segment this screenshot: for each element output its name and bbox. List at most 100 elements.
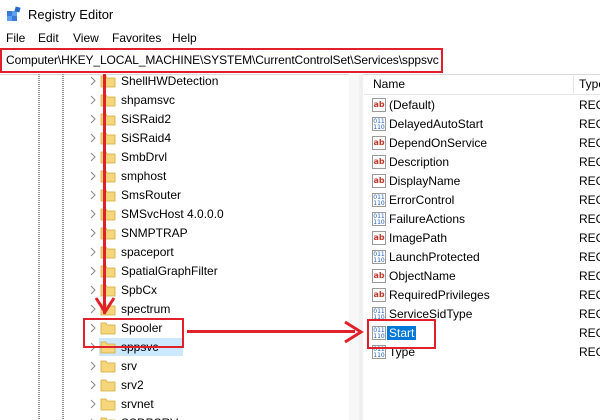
tree-item-label: shpamsvc (121, 93, 176, 107)
chevron-right-icon[interactable] (88, 95, 98, 105)
tree-item-label: SmsRouter (121, 188, 182, 202)
folder-icon (100, 417, 116, 420)
registry-value-row[interactable]: abObjectName REG (364, 267, 600, 286)
annotation-arrowhead-down (94, 297, 116, 315)
registry-value-type: REG (579, 231, 600, 245)
menu-favorites[interactable]: Favorites (112, 31, 161, 45)
tree-item-label: SpatialGraphFilter (121, 264, 218, 278)
values-header: Name Type (364, 74, 600, 95)
registry-value-type: REG (579, 326, 600, 340)
tree-item-label: SSDPSRV (121, 416, 178, 420)
tree-item-label: ShellHWDetection (121, 74, 219, 88)
menu-view[interactable]: View (73, 31, 99, 45)
chevron-right-icon[interactable] (88, 152, 98, 162)
registry-value-name: DisplayName (389, 174, 461, 188)
folder-icon (100, 360, 116, 373)
registry-editor-icon (7, 6, 21, 21)
tree-item[interactable]: smphost (0, 167, 358, 185)
chevron-right-icon[interactable] (88, 380, 98, 390)
string-value-icon: ab (372, 269, 386, 283)
registry-value-type: REG (579, 155, 600, 169)
chevron-right-icon[interactable] (88, 266, 98, 276)
tree-item-label: spectrum (121, 302, 171, 316)
menu-edit[interactable]: Edit (38, 31, 59, 45)
column-header-type[interactable]: Type (579, 77, 600, 91)
annotation-arrow-down (103, 74, 106, 314)
sppsvc-annotation-box (83, 318, 184, 348)
tree-item[interactable]: SpatialGraphFilter (0, 262, 358, 280)
registry-value-name: ImagePath (389, 231, 448, 245)
chevron-right-icon[interactable] (88, 247, 98, 257)
menu-file[interactable]: File (6, 31, 25, 45)
tree-item[interactable]: SmbDrvl (0, 148, 358, 166)
registry-value-name: ObjectName (389, 269, 456, 283)
registry-value-row[interactable]: 011110DelayedAutoStart REG (364, 115, 600, 134)
registry-value-type: REG (579, 193, 600, 207)
registry-value-row[interactable]: abDisplayName REG (364, 172, 600, 191)
tree-item[interactable]: ShellHWDetection (0, 74, 358, 90)
tree-scrollbar[interactable] (349, 74, 359, 420)
tree-item[interactable]: SpbCx (0, 281, 358, 299)
registry-value-row[interactable]: 011110FailureActions REG (364, 210, 600, 229)
tree-item-label: spaceport (121, 245, 174, 259)
chevron-right-icon[interactable] (88, 228, 98, 238)
tree-item[interactable]: srv2 (0, 376, 358, 394)
tree-item-label: srv (121, 359, 137, 373)
registry-value-type: REG (579, 136, 600, 150)
binary-value-icon: 011 110 (372, 193, 386, 207)
tree-item-label: srv2 (121, 378, 144, 392)
string-value-icon: ab (372, 98, 386, 112)
tree-item[interactable]: SNMPTRAP (0, 224, 358, 242)
tree-item-label: SmbDrvl (121, 150, 168, 164)
tree-item[interactable]: spaceport (0, 243, 358, 261)
chevron-right-icon[interactable] (88, 76, 98, 86)
values-pane[interactable]: Name Type ab(Default)REG011110DelayedAut… (364, 74, 600, 420)
registry-value-name: LaunchProtected (389, 250, 480, 264)
registry-key-tree[interactable]: ShellHWDetection shpamsvc SiSRaid2 SiSRaid4… (0, 74, 358, 420)
registry-value-type: REG (579, 212, 600, 226)
chevron-right-icon[interactable] (88, 209, 98, 219)
chevron-right-icon[interactable] (88, 114, 98, 124)
tree-item-label: SiSRaid2 (121, 112, 172, 126)
tree-item-label: SiSRaid4 (121, 131, 172, 145)
registry-value-row[interactable]: abDescription REG (364, 153, 600, 172)
registry-value-type: REG (579, 117, 600, 131)
binary-value-icon: 011 110 (372, 212, 386, 226)
column-divider[interactable] (573, 74, 574, 94)
chevron-right-icon[interactable] (88, 171, 98, 181)
tree-item[interactable]: SiSRaid2 (0, 110, 358, 128)
registry-value-row[interactable]: ab(Default) REG (364, 96, 600, 115)
registry-value-row[interactable]: abDependOnService REG (364, 134, 600, 153)
registry-value-name: ErrorControl (389, 193, 455, 207)
tree-item[interactable]: SmsRouter (0, 186, 358, 204)
pane-splitter[interactable] (359, 74, 363, 420)
chevron-right-icon[interactable] (88, 399, 98, 409)
string-value-icon: ab (372, 136, 386, 150)
binary-value-icon: 011 110 (372, 117, 386, 131)
tree-item[interactable]: SSDPSRV (0, 414, 358, 420)
folder-icon (100, 379, 116, 392)
tree-item-label: srvnet (121, 397, 154, 411)
chevron-right-icon[interactable] (88, 190, 98, 200)
column-header-name[interactable]: Name (373, 77, 405, 91)
registry-value-name: DelayedAutoStart (389, 117, 484, 131)
chevron-right-icon[interactable] (88, 361, 98, 371)
registry-value-type: REG (579, 269, 600, 283)
string-value-icon: ab (372, 288, 386, 302)
tree-item[interactable]: shpamsvc (0, 91, 358, 109)
registry-value-row[interactable]: abImagePath REG (364, 229, 600, 248)
tree-item[interactable]: srv (0, 357, 358, 375)
registry-value-name: RequiredPrivileges (389, 288, 490, 302)
registry-value-row[interactable]: 011110LaunchProtected REG (364, 248, 600, 267)
menu-help[interactable]: Help (172, 31, 197, 45)
tree-item[interactable]: srvnet (0, 395, 358, 413)
registry-value-row[interactable]: 011110ErrorControl REG (364, 191, 600, 210)
chevron-right-icon[interactable] (88, 133, 98, 143)
tree-item[interactable]: spectrum (0, 300, 358, 318)
annotation-arrow-right (187, 330, 355, 333)
menu-bar: File Edit View Favorites Help (0, 30, 600, 46)
registry-value-type: REG (579, 288, 600, 302)
tree-item[interactable]: SiSRaid4 (0, 129, 358, 147)
registry-value-row[interactable]: abRequiredPrivileges REG (364, 286, 600, 305)
tree-item[interactable]: SMSvcHost 4.0.0.0 (0, 205, 358, 223)
